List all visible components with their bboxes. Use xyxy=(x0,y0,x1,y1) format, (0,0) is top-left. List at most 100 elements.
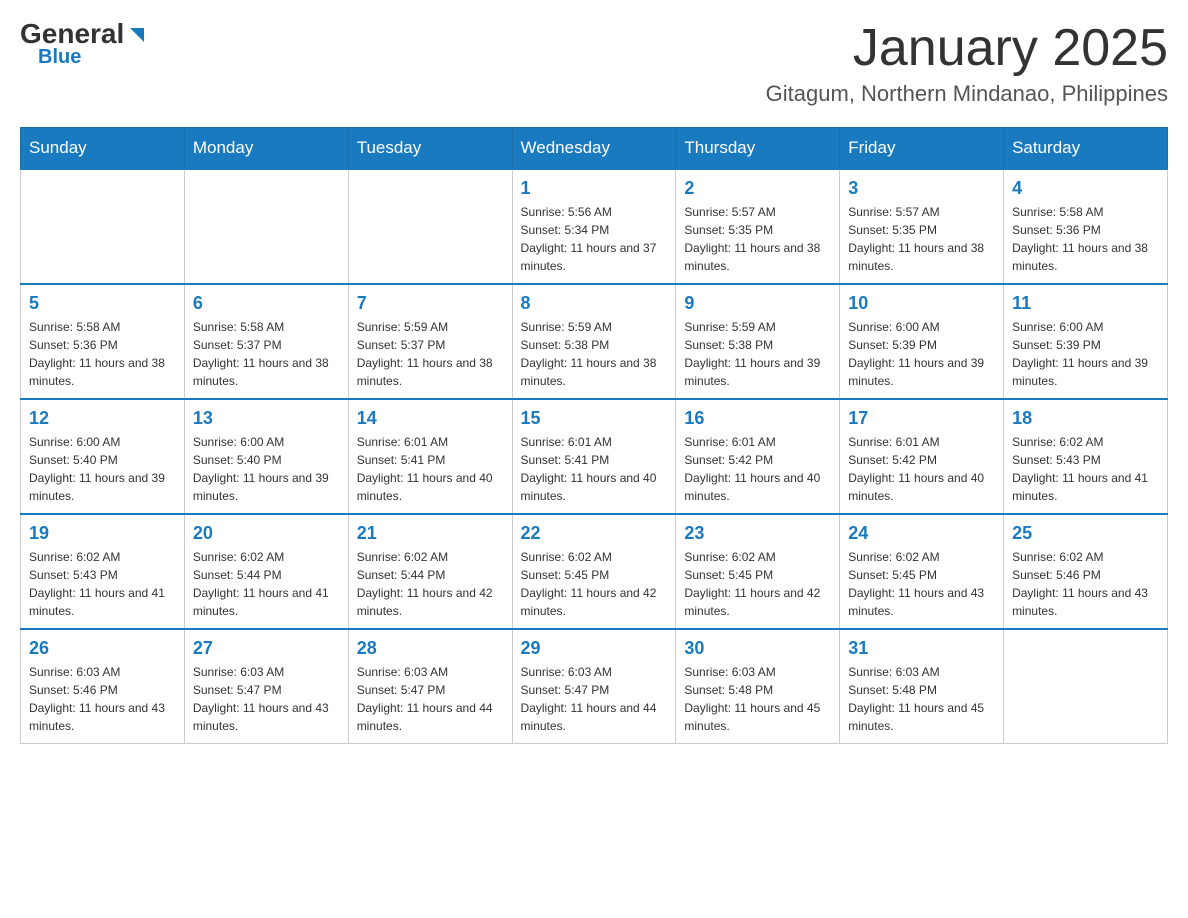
calendar-cell: 16 Sunrise: 6:01 AM Sunset: 5:42 PM Dayli… xyxy=(676,399,840,514)
calendar-cell: 12Sunrise: 6:00 AM Sunset: 5:40 PM Dayli… xyxy=(21,399,185,514)
day-info: Sunrise: 6:02 AM Sunset: 5:45 PM Dayligh… xyxy=(521,548,668,620)
week-row-2: 5 Sunrise: 5:58 AM Sunset: 5:36 PM Daylig… xyxy=(21,284,1168,399)
calendar-cell: 6Sunrise: 5:58 AM Sunset: 5:37 PM Daylig… xyxy=(184,284,348,399)
day-info: Sunrise: 6:01 AM Sunset: 5:41 PM Dayligh… xyxy=(357,433,504,505)
calendar-cell: 3Sunrise: 5:57 AM Sunset: 5:35 PM Daylig… xyxy=(840,169,1004,284)
calendar-cell: 17 Sunrise: 6:01 AM Sunset: 5:42 PM Dayli… xyxy=(840,399,1004,514)
calendar-cell xyxy=(1004,629,1168,744)
logo: General Blue xyxy=(20,20,148,69)
weekday-header-tuesday: Tuesday xyxy=(348,128,512,170)
calendar-cell: 5 Sunrise: 5:58 AM Sunset: 5:36 PM Daylig… xyxy=(21,284,185,399)
day-number: 10 xyxy=(848,293,995,314)
week-row-3: 12 Sunrise: 6:00 AM Sunset: 5:40 PM Dayli… xyxy=(21,399,1168,514)
page-header: General Blue January 2025 Gitagum, North… xyxy=(20,20,1168,107)
calendar-table: SundayMondayTuesdayWednesdayThursdayFrid… xyxy=(20,127,1168,744)
calendar-cell: 19 Sunrise: 6:02 AM Sunset: 5:43 PM Dayli… xyxy=(21,514,185,629)
day-number: 29 xyxy=(521,638,668,659)
calendar-cell xyxy=(21,169,185,284)
weekday-header-sunday: Sunday xyxy=(21,128,185,170)
day-info: Sunrise: 6:03 AM Sunset: 5:47 PM Dayligh… xyxy=(193,663,340,735)
day-number: 15 xyxy=(521,408,668,429)
calendar-cell: 18Sunrise: 6:02 AM Sunset: 5:43 PM Dayli… xyxy=(1004,399,1168,514)
day-info: Sunrise: 6:02 AM Sunset: 5:45 PM Dayligh… xyxy=(848,548,995,620)
day-number: 23 xyxy=(684,523,831,544)
day-number: 8 xyxy=(521,293,668,314)
logo-general: General xyxy=(20,20,124,48)
day-number: 21 xyxy=(357,523,504,544)
calendar-cell: 4Sunrise: 5:58 AM Sunset: 5:36 PM Daylig… xyxy=(1004,169,1168,284)
day-info: Sunrise: 6:01 AM Sunset: 5:42 PM Dayligh… xyxy=(848,433,995,505)
day-info: Sunrise: 6:02 AM Sunset: 5:46 PM Dayligh… xyxy=(1012,548,1159,620)
day-info: Sunrise: 5:57 AM Sunset: 5:35 PM Dayligh… xyxy=(848,203,995,275)
calendar-cell: 24 Sunrise: 6:02 AM Sunset: 5:45 PM Dayli… xyxy=(840,514,1004,629)
day-info: Sunrise: 5:59 AM Sunset: 5:37 PM Dayligh… xyxy=(357,318,504,390)
day-number: 1 xyxy=(521,178,668,199)
day-number: 27 xyxy=(193,638,340,659)
day-number: 24 xyxy=(848,523,995,544)
logo-triangle-icon xyxy=(126,24,148,46)
day-number: 12 xyxy=(29,408,176,429)
calendar-cell: 7 Sunrise: 5:59 AM Sunset: 5:37 PM Daylig… xyxy=(348,284,512,399)
calendar-cell: 26 Sunrise: 6:03 AM Sunset: 5:46 PM Dayli… xyxy=(21,629,185,744)
week-row-4: 19 Sunrise: 6:02 AM Sunset: 5:43 PM Dayli… xyxy=(21,514,1168,629)
day-number: 13 xyxy=(193,408,340,429)
day-number: 11 xyxy=(1012,293,1159,314)
location-title: Gitagum, Northern Mindanao, Philippines xyxy=(766,81,1168,107)
title-area: January 2025 Gitagum, Northern Mindanao,… xyxy=(766,20,1168,107)
day-info: Sunrise: 6:02 AM Sunset: 5:44 PM Dayligh… xyxy=(193,548,340,620)
day-info: Sunrise: 5:58 AM Sunset: 5:36 PM Dayligh… xyxy=(1012,203,1159,275)
day-number: 28 xyxy=(357,638,504,659)
day-number: 5 xyxy=(29,293,176,314)
logo-blue: Blue xyxy=(38,46,81,69)
day-number: 2 xyxy=(684,178,831,199)
weekday-header-monday: Monday xyxy=(184,128,348,170)
day-info: Sunrise: 5:56 AM Sunset: 5:34 PM Dayligh… xyxy=(521,203,668,275)
day-info: Sunrise: 6:01 AM Sunset: 5:41 PM Dayligh… xyxy=(521,433,668,505)
day-number: 7 xyxy=(357,293,504,314)
calendar-cell: 31 Sunrise: 6:03 AM Sunset: 5:48 PM Dayli… xyxy=(840,629,1004,744)
weekday-header-row: SundayMondayTuesdayWednesdayThursdayFrid… xyxy=(21,128,1168,170)
day-info: Sunrise: 6:00 AM Sunset: 5:39 PM Dayligh… xyxy=(848,318,995,390)
day-info: Sunrise: 6:01 AM Sunset: 5:42 PM Dayligh… xyxy=(684,433,831,505)
day-number: 22 xyxy=(521,523,668,544)
day-info: Sunrise: 5:58 AM Sunset: 5:36 PM Dayligh… xyxy=(29,318,176,390)
day-info: Sunrise: 6:02 AM Sunset: 5:44 PM Dayligh… xyxy=(357,548,504,620)
weekday-header-thursday: Thursday xyxy=(676,128,840,170)
week-row-1: 1 Sunrise: 5:56 AM Sunset: 5:34 PM Daylig… xyxy=(21,169,1168,284)
day-number: 6 xyxy=(193,293,340,314)
day-info: Sunrise: 5:57 AM Sunset: 5:35 PM Dayligh… xyxy=(684,203,831,275)
calendar-cell: 9Sunrise: 5:59 AM Sunset: 5:38 PM Daylig… xyxy=(676,284,840,399)
day-info: Sunrise: 6:00 AM Sunset: 5:40 PM Dayligh… xyxy=(193,433,340,505)
calendar-cell: 21 Sunrise: 6:02 AM Sunset: 5:44 PM Dayli… xyxy=(348,514,512,629)
day-number: 25 xyxy=(1012,523,1159,544)
day-info: Sunrise: 6:02 AM Sunset: 5:43 PM Dayligh… xyxy=(1012,433,1159,505)
day-number: 19 xyxy=(29,523,176,544)
day-number: 17 xyxy=(848,408,995,429)
calendar-cell: 15 Sunrise: 6:01 AM Sunset: 5:41 PM Dayli… xyxy=(512,399,676,514)
day-number: 16 xyxy=(684,408,831,429)
day-info: Sunrise: 6:02 AM Sunset: 5:43 PM Dayligh… xyxy=(29,548,176,620)
month-title: January 2025 xyxy=(766,20,1168,77)
day-number: 20 xyxy=(193,523,340,544)
day-info: Sunrise: 6:02 AM Sunset: 5:45 PM Dayligh… xyxy=(684,548,831,620)
day-number: 30 xyxy=(684,638,831,659)
calendar-cell: 29Sunrise: 6:03 AM Sunset: 5:47 PM Dayli… xyxy=(512,629,676,744)
day-number: 26 xyxy=(29,638,176,659)
day-info: Sunrise: 6:03 AM Sunset: 5:46 PM Dayligh… xyxy=(29,663,176,735)
calendar-cell: 28Sunrise: 6:03 AM Sunset: 5:47 PM Dayli… xyxy=(348,629,512,744)
calendar-cell: 8Sunrise: 5:59 AM Sunset: 5:38 PM Daylig… xyxy=(512,284,676,399)
day-info: Sunrise: 6:03 AM Sunset: 5:48 PM Dayligh… xyxy=(848,663,995,735)
weekday-header-wednesday: Wednesday xyxy=(512,128,676,170)
calendar-cell: 20 Sunrise: 6:02 AM Sunset: 5:44 PM Dayli… xyxy=(184,514,348,629)
weekday-header-saturday: Saturday xyxy=(1004,128,1168,170)
calendar-cell xyxy=(184,169,348,284)
day-number: 31 xyxy=(848,638,995,659)
calendar-cell: 30Sunrise: 6:03 AM Sunset: 5:48 PM Dayli… xyxy=(676,629,840,744)
calendar-cell: 2 Sunrise: 5:57 AM Sunset: 5:35 PM Daylig… xyxy=(676,169,840,284)
calendar-cell: 10 Sunrise: 6:00 AM Sunset: 5:39 PM Dayli… xyxy=(840,284,1004,399)
calendar-cell: 11 Sunrise: 6:00 AM Sunset: 5:39 PM Dayli… xyxy=(1004,284,1168,399)
calendar-cell: 23 Sunrise: 6:02 AM Sunset: 5:45 PM Dayli… xyxy=(676,514,840,629)
day-info: Sunrise: 6:00 AM Sunset: 5:39 PM Dayligh… xyxy=(1012,318,1159,390)
calendar-cell: 1 Sunrise: 5:56 AM Sunset: 5:34 PM Daylig… xyxy=(512,169,676,284)
calendar-cell xyxy=(348,169,512,284)
